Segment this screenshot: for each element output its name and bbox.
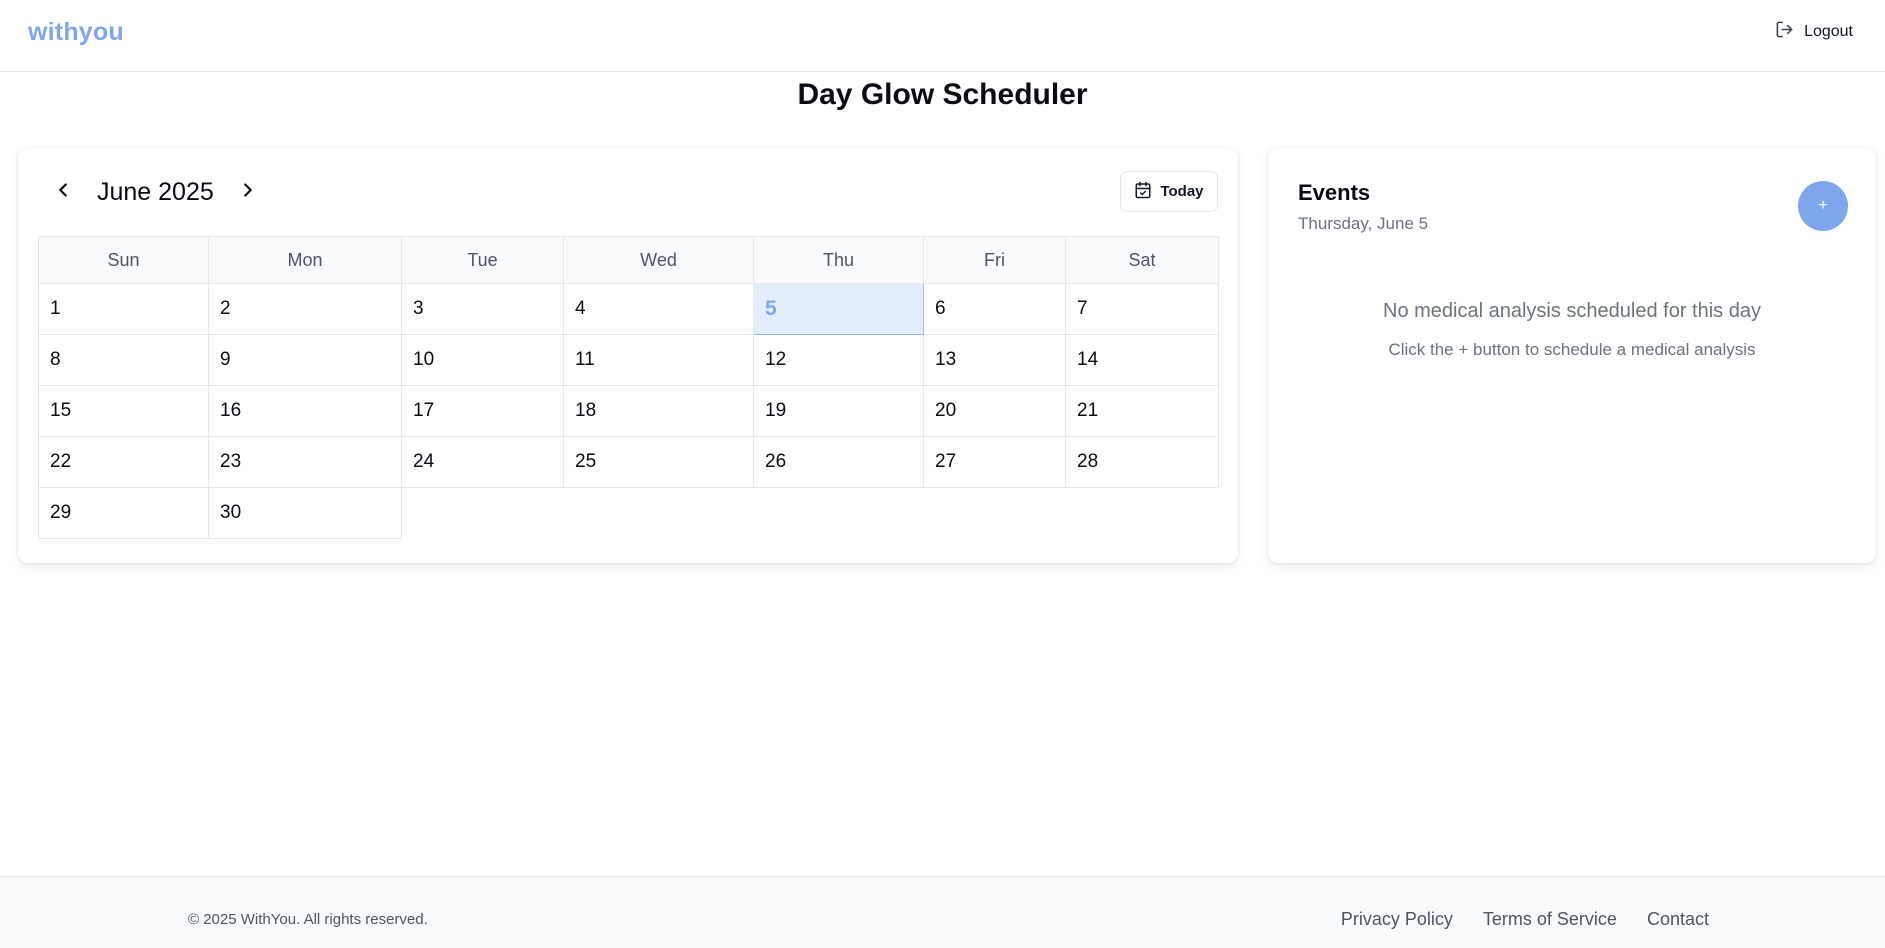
weekday-header-row: Sun Mon Tue Wed Thu Fri Sat — [38, 236, 1219, 284]
calendar-day[interactable]: 21 — [1065, 385, 1219, 437]
calendar-day[interactable]: 7 — [1065, 283, 1219, 335]
calendar-day[interactable]: 22 — [38, 436, 209, 488]
calendar-day[interactable]: 18 — [563, 385, 754, 437]
calendar-day[interactable]: 15 — [38, 385, 209, 437]
calendar-day[interactable]: 25 — [563, 436, 754, 488]
calendar-day[interactable]: 3 — [401, 283, 564, 335]
weekday-header: Sun — [38, 236, 209, 284]
calendar-day[interactable]: 27 — [923, 436, 1066, 488]
today-label: Today — [1160, 183, 1204, 200]
weekday-header: Sat — [1065, 236, 1219, 284]
footer-links: Privacy Policy Terms of Service Contact — [1341, 909, 1709, 930]
calendar-day[interactable]: 20 — [923, 385, 1066, 437]
calendar-day[interactable]: 1 — [38, 283, 209, 335]
calendar-day[interactable]: 2 — [208, 283, 402, 335]
calendar-day[interactable]: 30 — [208, 487, 402, 539]
empty-events-message: No medical analysis scheduled for this d… — [1383, 300, 1761, 322]
today-button[interactable]: Today — [1120, 171, 1218, 212]
calendar-check-icon — [1134, 181, 1152, 203]
month-label: June 2025 — [97, 178, 214, 206]
calendar-week-row: 22 23 24 25 26 27 28 — [38, 436, 1219, 488]
footer-copyright: © 2025 WithYou. All rights reserved. — [188, 911, 428, 928]
empty-events-hint: Click the + button to schedule a medical… — [1388, 340, 1756, 359]
events-title: Events — [1298, 180, 1371, 205]
footer-link-contact[interactable]: Contact — [1647, 909, 1709, 930]
calendar-day[interactable]: 4 — [563, 283, 754, 335]
calendar-empty-cell — [754, 488, 924, 539]
calendar-empty-cell — [1066, 488, 1219, 539]
footer-link-terms[interactable]: Terms of Service — [1483, 909, 1617, 930]
calendar-day[interactable]: 28 — [1065, 436, 1219, 488]
calendar-day[interactable]: 8 — [38, 334, 209, 386]
prev-month-button[interactable] — [49, 178, 77, 206]
next-month-button[interactable] — [234, 178, 262, 206]
calendar-day[interactable]: 6 — [923, 283, 1066, 335]
footer-link-privacy[interactable]: Privacy Policy — [1341, 909, 1453, 930]
logout-label: Logout — [1804, 23, 1853, 40]
calendar-week-row: 29 30 — [38, 487, 1219, 539]
calendar-day[interactable]: 24 — [401, 436, 564, 488]
chevron-left-icon — [52, 179, 74, 206]
logout-button[interactable]: Logout — [1775, 20, 1853, 44]
calendar-grid: Sun Mon Tue Wed Thu Fri Sat 1 2 3 4 5 6 … — [38, 236, 1219, 539]
calendar-week-row: 15 16 17 18 19 20 21 — [38, 385, 1219, 437]
footer: © 2025 WithYou. All rights reserved. Pri… — [0, 876, 1885, 948]
calendar-day[interactable]: 12 — [753, 334, 924, 386]
brand-logo[interactable]: withyou — [28, 18, 124, 47]
calendar-day[interactable]: 26 — [753, 436, 924, 488]
chevron-right-icon — [237, 179, 259, 206]
calendar-day-selected[interactable]: 5 — [753, 283, 924, 335]
weekday-header: Fri — [923, 236, 1066, 284]
calendar-day[interactable]: 17 — [401, 385, 564, 437]
calendar-day[interactable]: 19 — [753, 385, 924, 437]
calendar-day[interactable]: 14 — [1065, 334, 1219, 386]
events-selected-date: Thursday, June 5 — [1298, 214, 1429, 233]
weekday-header: Tue — [401, 236, 564, 284]
calendar-day[interactable]: 11 — [563, 334, 754, 386]
add-event-button[interactable]: + — [1798, 181, 1848, 231]
calendar-empty-cell — [564, 488, 754, 539]
weekday-header: Thu — [753, 236, 924, 284]
page-title: Day Glow Scheduler — [797, 78, 1088, 111]
calendar-week-row: 8 9 10 11 12 13 14 — [38, 334, 1219, 386]
calendar-day[interactable]: 23 — [208, 436, 402, 488]
weekday-header: Mon — [208, 236, 402, 284]
calendar-empty-cell — [924, 488, 1066, 539]
calendar-day[interactable]: 10 — [401, 334, 564, 386]
calendar-day[interactable]: 13 — [923, 334, 1066, 386]
calendar-day[interactable]: 16 — [208, 385, 402, 437]
calendar-empty-cell — [402, 488, 564, 539]
calendar-day[interactable]: 9 — [208, 334, 402, 386]
logout-icon — [1775, 20, 1794, 44]
calendar-day[interactable]: 29 — [38, 487, 209, 539]
top-navbar: withyou Logout — [0, 0, 1885, 72]
weekday-header: Wed — [563, 236, 754, 284]
calendar-week-row: 1 2 3 4 5 6 7 — [38, 283, 1219, 335]
